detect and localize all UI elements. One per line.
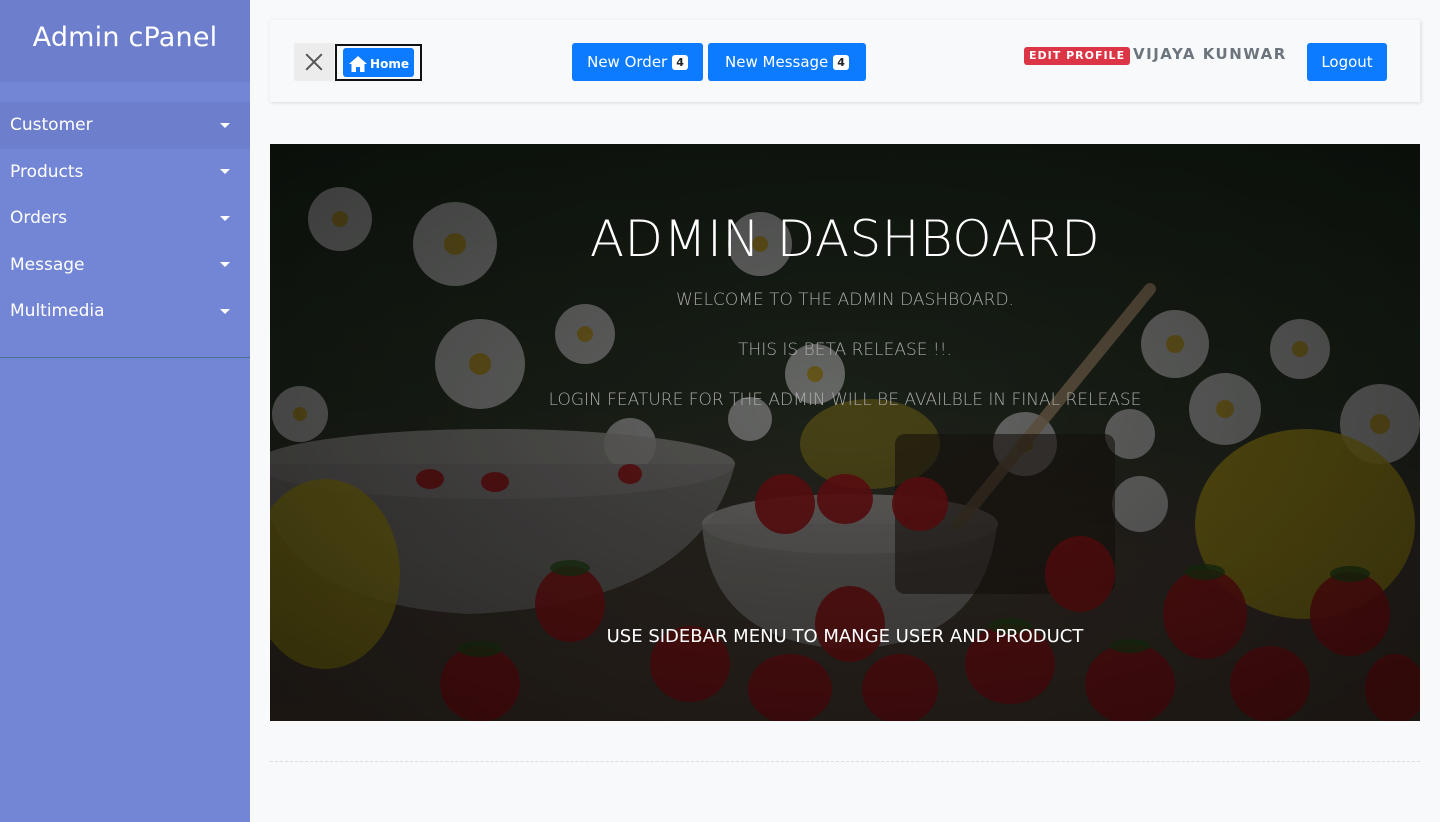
banner-beta-text: THIS IS BETA RELEASE !!. — [738, 340, 952, 360]
home-label: Home — [370, 56, 409, 71]
home-icon — [349, 55, 368, 72]
banner-welcome-text: WELCOME TO THE ADMIN DASHBOARD. — [676, 290, 1014, 310]
logout-button[interactable]: Logout — [1307, 43, 1387, 81]
user-name: VIJAYA KUNWAR — [1133, 45, 1287, 63]
chevron-down-icon — [220, 122, 230, 128]
new-order-button[interactable]: New Order 4 — [572, 43, 703, 81]
sidebar-item-customer[interactable]: Customer — [0, 102, 250, 149]
home-link-frame: Home — [335, 44, 422, 81]
sidebar-item-label: Message — [10, 254, 85, 275]
chevron-down-icon — [220, 262, 230, 268]
sidebar-item-message[interactable]: Message — [0, 242, 250, 289]
sidebar-title: Admin cPanel — [32, 21, 218, 53]
sidebar-item-label: Customer — [10, 115, 93, 136]
sidebar-toggle-button[interactable] — [294, 43, 334, 81]
new-order-label: New Order — [587, 53, 668, 71]
chevron-down-icon — [220, 215, 230, 221]
sidebar-header: Admin cPanel — [0, 0, 250, 82]
sidebar-item-multimedia[interactable]: Multimedia — [0, 288, 250, 335]
new-message-count-badge: 4 — [833, 54, 849, 70]
chevron-down-icon — [220, 169, 230, 175]
new-message-label: New Message — [725, 53, 829, 71]
top-navbar: Home New Order 4 New Message 4 EDIT PROF… — [270, 20, 1420, 102]
main-content: Home New Order 4 New Message 4 EDIT PROF… — [250, 0, 1440, 822]
banner-login-note: LOGIN FEATURE FOR THE ADMIN WILL BE AVAI… — [548, 390, 1142, 410]
sidebar-item-label: Multimedia — [10, 301, 105, 322]
sidebar-item-label: Products — [10, 161, 84, 182]
chevron-down-icon — [220, 308, 230, 314]
home-button[interactable]: Home — [343, 48, 414, 77]
edit-profile-link[interactable]: EDIT PROFILE — [1024, 47, 1131, 65]
banner-title: ADMIN DASHBOARD — [589, 210, 1101, 268]
sidebar-item-orders[interactable]: Orders — [0, 195, 250, 242]
banner-instruction: USE SIDEBAR MENU TO MANGE USER AND PRODU… — [606, 626, 1084, 647]
logout-label: Logout — [1321, 53, 1373, 71]
new-order-count-badge: 4 — [672, 54, 688, 70]
new-message-button[interactable]: New Message 4 — [708, 43, 866, 81]
sidebar-menu: Customer Products Orders Message Multime… — [0, 82, 250, 358]
sidebar-item-label: Orders — [10, 208, 68, 229]
divider — [270, 761, 1420, 762]
sidebar: Admin cPanel Customer Products Orders Me… — [0, 0, 250, 822]
sidebar-item-products[interactable]: Products — [0, 149, 250, 196]
close-icon — [305, 53, 323, 71]
